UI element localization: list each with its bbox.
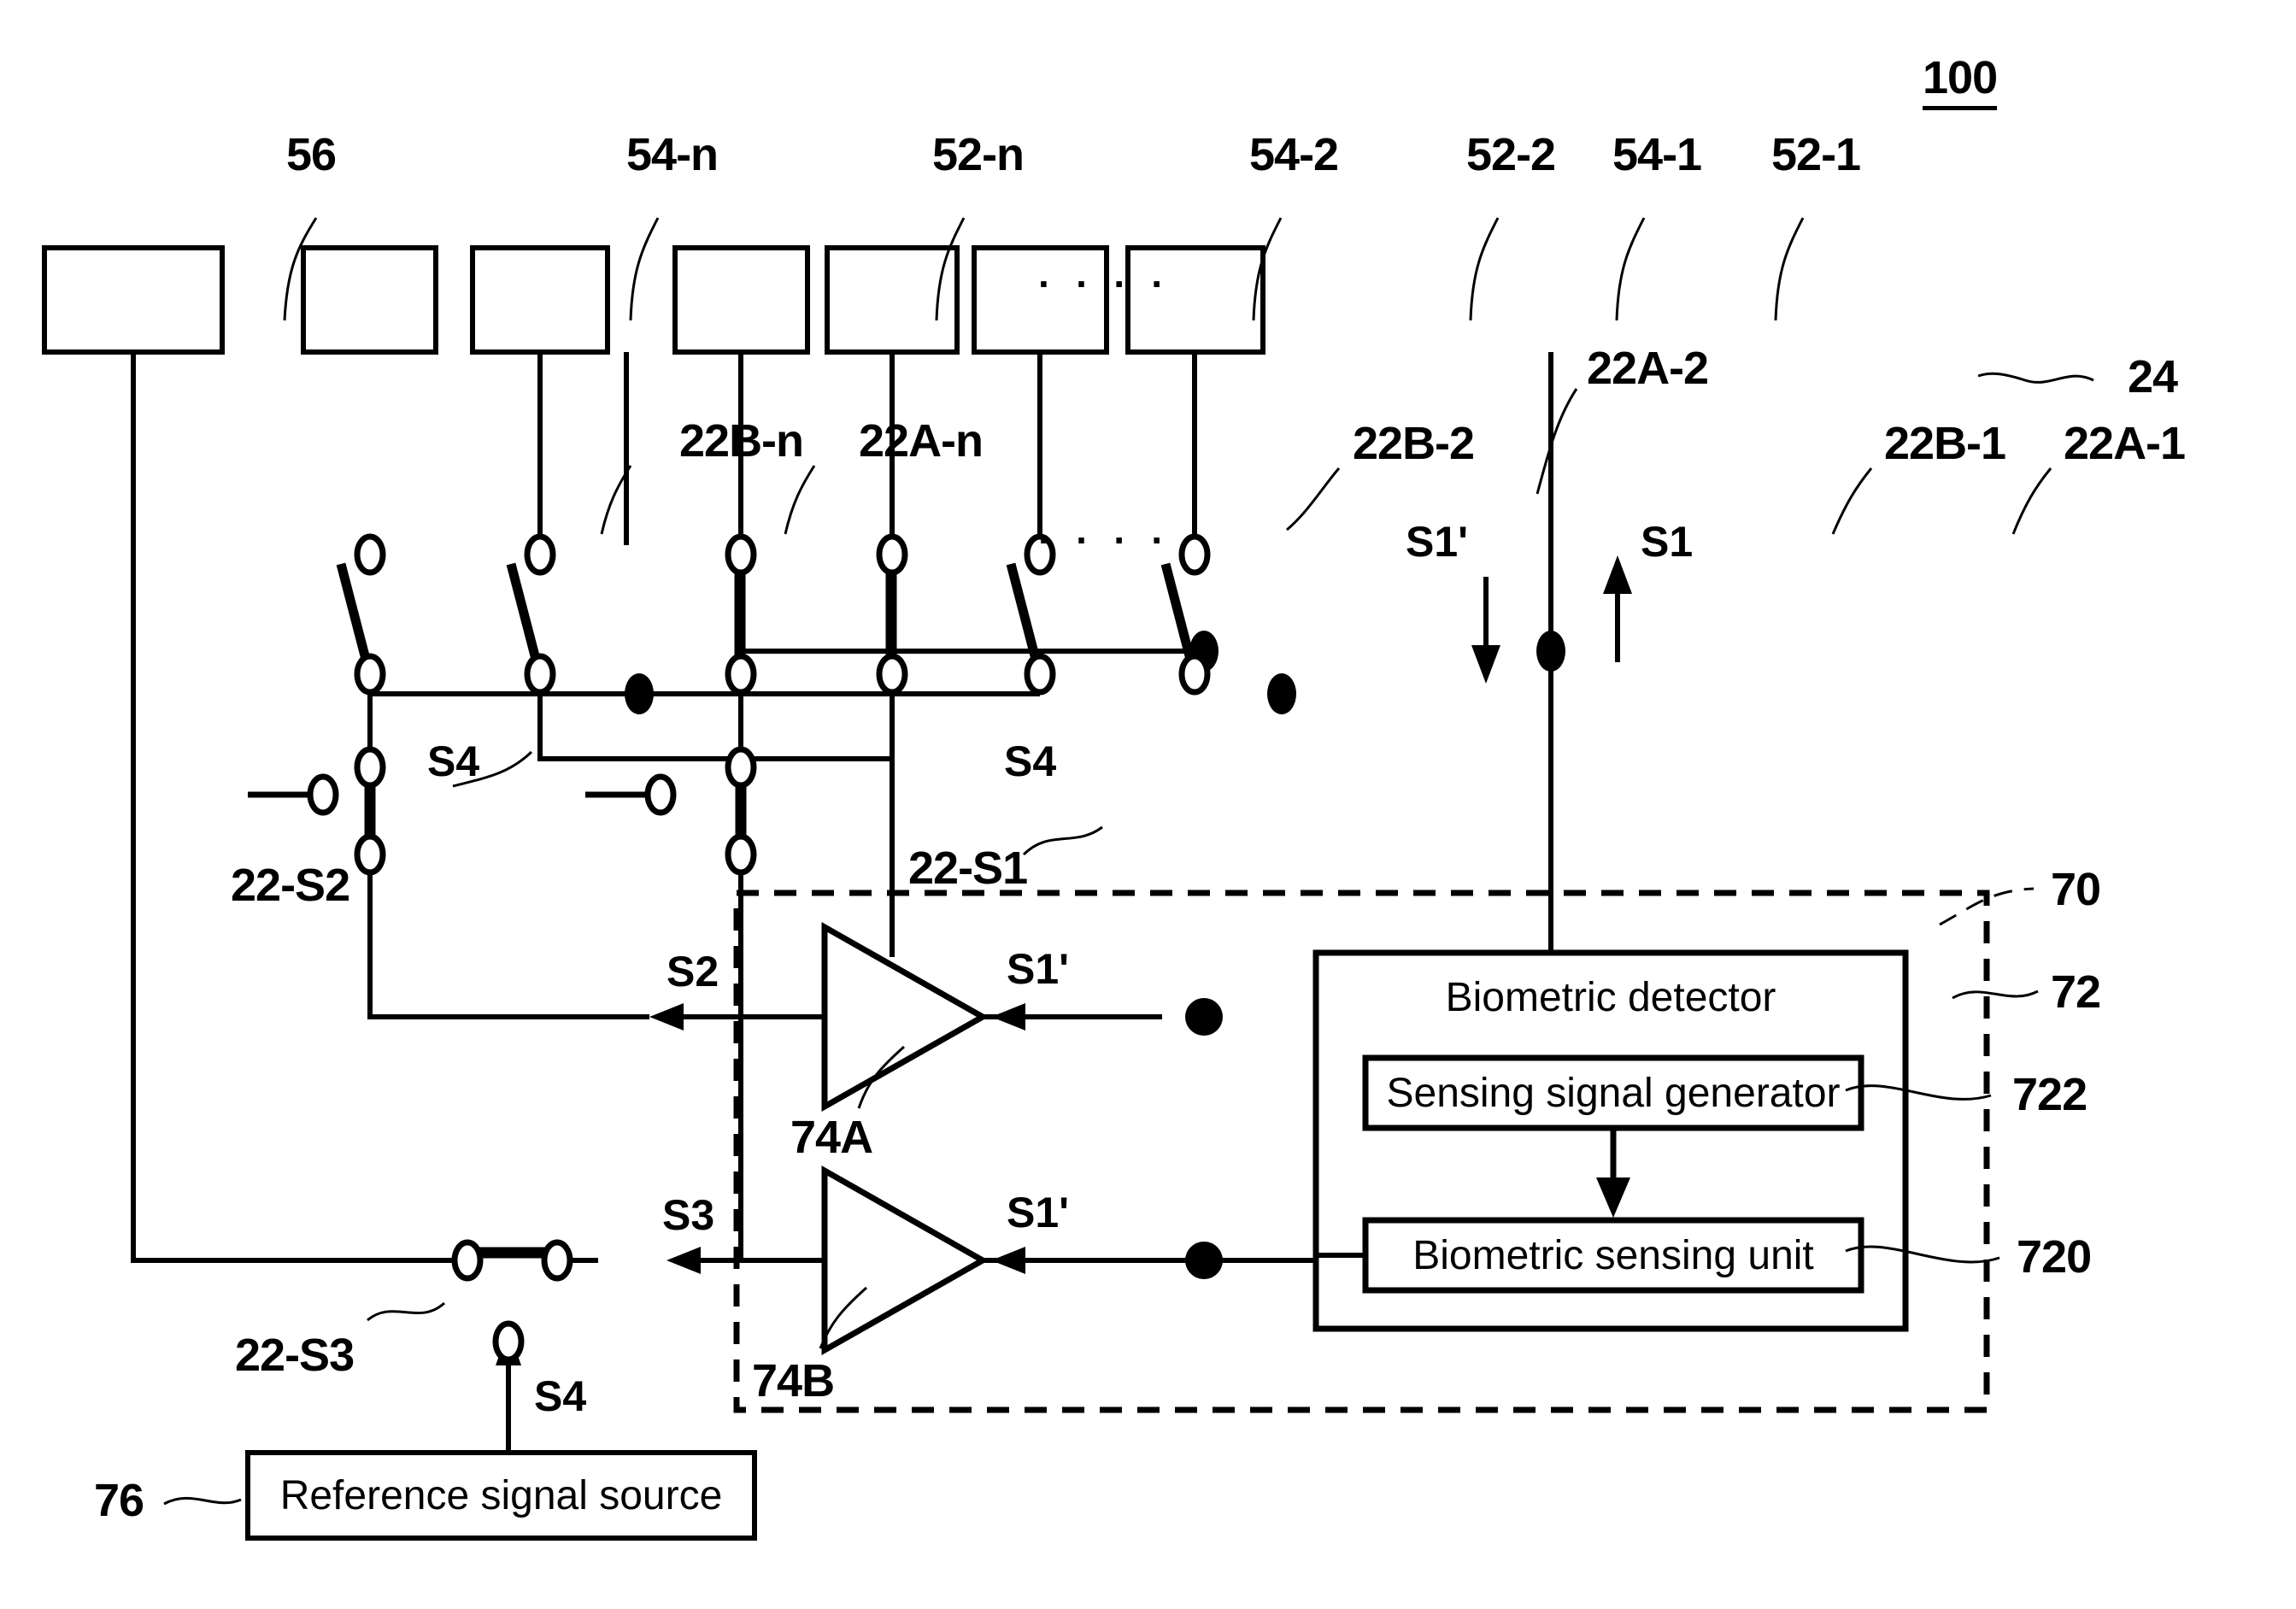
ellipsis-switches: · · · · (1038, 518, 1171, 562)
arrow-74B-out (666, 1247, 701, 1274)
ref-72: 72 (2051, 966, 2101, 1018)
ref-22B-n: 22B-n (679, 415, 804, 467)
ref-720: 720 (2017, 1231, 2092, 1283)
wire-720-out (1313, 1253, 1365, 1260)
box-54-2-shape (672, 245, 810, 355)
ref-56: 56 (286, 129, 337, 180)
amplifier-74A (821, 921, 989, 1113)
label-s1-prime-a: S1' (1007, 945, 1070, 993)
arrow-74B-in (991, 1247, 1025, 1274)
ellipsis-boxes: · · · · (1038, 261, 1171, 306)
ref-52-2: 52-2 (1466, 129, 1556, 180)
ref-22A-n: 22A-n (859, 415, 984, 467)
ref-22-S3: 22-S3 (235, 1330, 355, 1381)
label-biometric-sensing-unit: Biometric sensing unit (1412, 1232, 1814, 1278)
amplifier-74B (821, 1165, 989, 1356)
ref-22-S1: 22-S1 (908, 843, 1028, 894)
label-s4-left: S4 (427, 737, 480, 785)
ref-22A-1: 22A-1 (2064, 418, 2186, 469)
box-54-n-shape (301, 245, 438, 355)
reference-leaders (163, 217, 2094, 1506)
box-56-shape (42, 245, 225, 355)
ref-76: 76 (94, 1475, 144, 1526)
box-52-n-shape (470, 245, 610, 355)
ref-24: 24 (2128, 351, 2178, 402)
arrow-s1prime-down (1471, 645, 1500, 684)
label-s4-mid: S4 (1004, 737, 1057, 785)
label-biometric-detector: Biometric detector (1445, 975, 1776, 1020)
label-s3: S3 (662, 1191, 715, 1239)
ref-70: 70 (2051, 864, 2101, 915)
label-s2: S2 (666, 948, 719, 995)
figure-number: 100 (1923, 51, 1998, 110)
arrow-74A-out (649, 1003, 684, 1031)
ref-74A: 74A (790, 1112, 873, 1163)
arrow-722-720 (1596, 1177, 1630, 1218)
figure-canvas: 100 56 54-n 52-n 54-2 52-2 54-1 52-1 · ·… (0, 0, 2296, 1609)
ref-54-n: 54-n (626, 129, 719, 180)
ref-22A-2: 22A-2 (1587, 343, 1709, 394)
dashed-module-70 (733, 890, 1990, 1413)
arrow-s1-up (1603, 555, 1632, 594)
switch-22A-2 (885, 555, 897, 957)
wire-box56-to-s3 (131, 352, 453, 1263)
ref-722: 722 (2012, 1069, 2088, 1120)
ref-52-n: 52-n (932, 129, 1025, 180)
ref-22B-2: 22B-2 (1353, 418, 1475, 469)
wire-s2-to-amp74A (367, 859, 649, 1019)
label-s1-prime-top: S1' (1406, 518, 1469, 566)
switch-terminals (307, 533, 1211, 1363)
ref-54-2: 54-2 (1249, 129, 1339, 180)
label-s1: S1 (1641, 518, 1694, 566)
arrow-74A-in (991, 1003, 1025, 1031)
ref-54-1: 54-1 (1612, 129, 1702, 180)
label-sensing-signal-generator: Sensing signal generator (1386, 1070, 1841, 1116)
label-s4-bottom: S4 (534, 1372, 587, 1420)
label-reference-signal-source: Reference signal source (279, 1472, 723, 1518)
switch-22A-n (506, 562, 892, 761)
label-s1-prime-b: S1' (1007, 1189, 1070, 1236)
ref-52-1: 52-1 (1771, 129, 1861, 180)
bus-upper-right (1037, 649, 1195, 684)
ref-22B-1: 22B-1 (1884, 418, 2006, 469)
ref-22-S2: 22-S2 (231, 860, 350, 911)
ref-74B: 74B (752, 1355, 835, 1406)
